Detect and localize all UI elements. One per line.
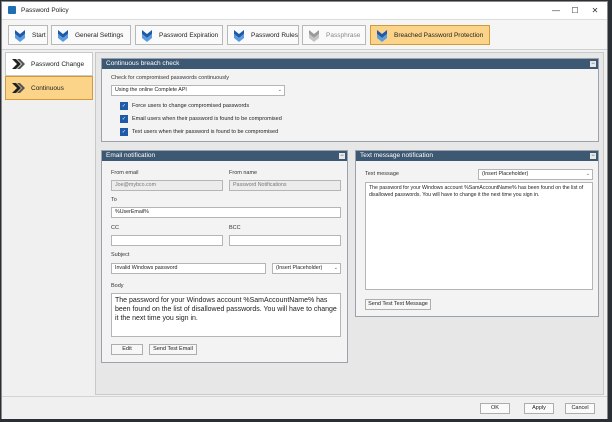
panel-title: Email notification bbox=[106, 152, 156, 159]
tab-password-rules[interactable]: Password Rules bbox=[227, 25, 299, 45]
select-value: (Insert Placeholder) bbox=[276, 265, 323, 271]
checkbox-label: Force users to change compromised passwo… bbox=[132, 103, 250, 109]
body-label: Body bbox=[111, 283, 124, 289]
chevron-down-icon: ⌄ bbox=[333, 265, 338, 271]
chevron-down-icon bbox=[309, 30, 319, 42]
checkbox-label: Text users when their password is found … bbox=[132, 129, 279, 135]
collapse-icon[interactable]: − bbox=[590, 61, 596, 67]
panel-header: Text message notification − bbox=[356, 151, 598, 161]
send-test-text-button[interactable]: Send Test Text Message bbox=[365, 299, 431, 310]
from-email-label: From email bbox=[111, 170, 139, 176]
tab-breached-password-protection[interactable]: Breached Password Protection bbox=[370, 25, 490, 45]
select-value: (Insert Placeholder) bbox=[482, 171, 529, 177]
panel-header: Email notification − bbox=[102, 151, 347, 161]
chevron-down-icon bbox=[15, 30, 25, 42]
cc-label: CC bbox=[111, 225, 119, 231]
email-notification-panel: Email notification − From email From nam… bbox=[101, 150, 348, 363]
force-change-checkbox[interactable]: ✓ Force users to change compromised pass… bbox=[120, 102, 249, 110]
to-label: To bbox=[111, 197, 117, 203]
minimize-button[interactable]: — bbox=[547, 5, 565, 16]
body-textarea[interactable]: The password for your Windows account %S… bbox=[111, 293, 341, 337]
subject-label: Subject bbox=[111, 252, 130, 258]
text-message-label: Text message bbox=[365, 171, 399, 177]
app-icon bbox=[8, 6, 16, 14]
wizard-toolbar: Start General Settings Password Expirati… bbox=[2, 20, 607, 50]
text-message-textarea[interactable]: The password for your Windows account %S… bbox=[365, 182, 593, 290]
ok-button[interactable]: OK bbox=[480, 403, 510, 414]
select-value: Using the online Complete API bbox=[115, 87, 187, 93]
chevron-down-icon bbox=[234, 30, 244, 42]
chevron-down-icon: ⌄ bbox=[277, 87, 282, 93]
panel-title: Continuous breach check bbox=[106, 60, 180, 67]
checkmark-icon: ✓ bbox=[120, 115, 128, 123]
close-button[interactable]: ✕ bbox=[586, 5, 604, 16]
tab-general-settings[interactable]: General Settings bbox=[51, 25, 131, 45]
checkbox-label: Email users when their password is found… bbox=[132, 116, 282, 122]
subject-field[interactable]: Invalid Windows password bbox=[111, 263, 266, 274]
chevron-right-icon bbox=[12, 83, 25, 93]
window-title: Password Policy bbox=[21, 7, 69, 14]
collapse-icon[interactable]: − bbox=[590, 153, 596, 159]
dialog-footer: OK Apply Cancel bbox=[2, 396, 607, 419]
send-test-email-button[interactable]: Send Test Email bbox=[149, 344, 197, 355]
from-name-field[interactable]: Password Notifications bbox=[229, 180, 341, 191]
bcc-field[interactable] bbox=[229, 235, 341, 246]
tab-label: Password Rules bbox=[251, 31, 298, 39]
cancel-button[interactable]: Cancel bbox=[565, 403, 595, 414]
sidebar-item-continuous[interactable]: Continuous bbox=[5, 76, 93, 100]
tab-label: Breached Password Protection bbox=[394, 31, 484, 39]
checkmark-icon: ✓ bbox=[120, 102, 128, 110]
sidebar: Password Change Continuous bbox=[5, 52, 93, 395]
subject-placeholder-select[interactable]: (Insert Placeholder) ⌄ bbox=[272, 263, 341, 274]
collapse-icon[interactable]: − bbox=[339, 153, 345, 159]
text-message-panel: Text message notification − Text message… bbox=[355, 150, 599, 317]
cc-field[interactable] bbox=[111, 235, 223, 246]
sidebar-item-label: Password Change bbox=[31, 60, 85, 68]
chevron-right-icon bbox=[12, 59, 25, 69]
tab-start[interactable]: Start bbox=[8, 25, 48, 45]
breach-check-panel: Continuous breach check − Check for comp… bbox=[101, 58, 599, 142]
title-bar: Password Policy — ☐ ✕ bbox=[2, 2, 607, 20]
sidebar-item-label: Continuous bbox=[31, 84, 64, 92]
chevron-down-icon: ⌄ bbox=[585, 171, 590, 177]
edit-button[interactable]: Edit bbox=[111, 344, 143, 355]
maximize-button[interactable]: ☐ bbox=[566, 5, 584, 16]
tab-label: Start bbox=[32, 31, 46, 39]
chevron-down-icon bbox=[377, 30, 387, 42]
bcc-label: BCC bbox=[229, 225, 241, 231]
checkmark-icon: ✓ bbox=[120, 128, 128, 136]
panel-title: Text message notification bbox=[360, 152, 433, 159]
content-area: Continuous breach check − Check for comp… bbox=[95, 52, 604, 395]
sms-placeholder-select[interactable]: (Insert Placeholder) ⌄ bbox=[478, 169, 593, 180]
panel-header: Continuous breach check − bbox=[102, 59, 598, 69]
from-email-field[interactable]: Joe@mybco.com bbox=[111, 180, 223, 191]
to-field[interactable]: %UserEmail% bbox=[111, 207, 341, 218]
tab-passphrase[interactable]: Passphrase bbox=[302, 25, 366, 45]
text-users-checkbox[interactable]: ✓ Text users when their password is foun… bbox=[120, 128, 278, 136]
from-name-label: From name bbox=[229, 170, 258, 176]
sidebar-item-password-change[interactable]: Password Change bbox=[5, 52, 93, 76]
tab-label: Password Expiration bbox=[159, 31, 219, 39]
check-label: Check for compromised passwords continuo… bbox=[111, 75, 229, 81]
tab-label: General Settings bbox=[75, 31, 124, 39]
tab-password-expiration[interactable]: Password Expiration bbox=[135, 25, 223, 45]
chevron-down-icon bbox=[142, 30, 152, 42]
check-method-select[interactable]: Using the online Complete API ⌄ bbox=[111, 85, 285, 96]
email-users-checkbox[interactable]: ✓ Email users when their password is fou… bbox=[120, 115, 282, 123]
chevron-down-icon bbox=[58, 30, 68, 42]
tab-label: Passphrase bbox=[326, 31, 361, 39]
apply-button[interactable]: Apply bbox=[524, 403, 554, 414]
password-policy-window: Password Policy — ☐ ✕ Start General Sett… bbox=[1, 1, 608, 419]
